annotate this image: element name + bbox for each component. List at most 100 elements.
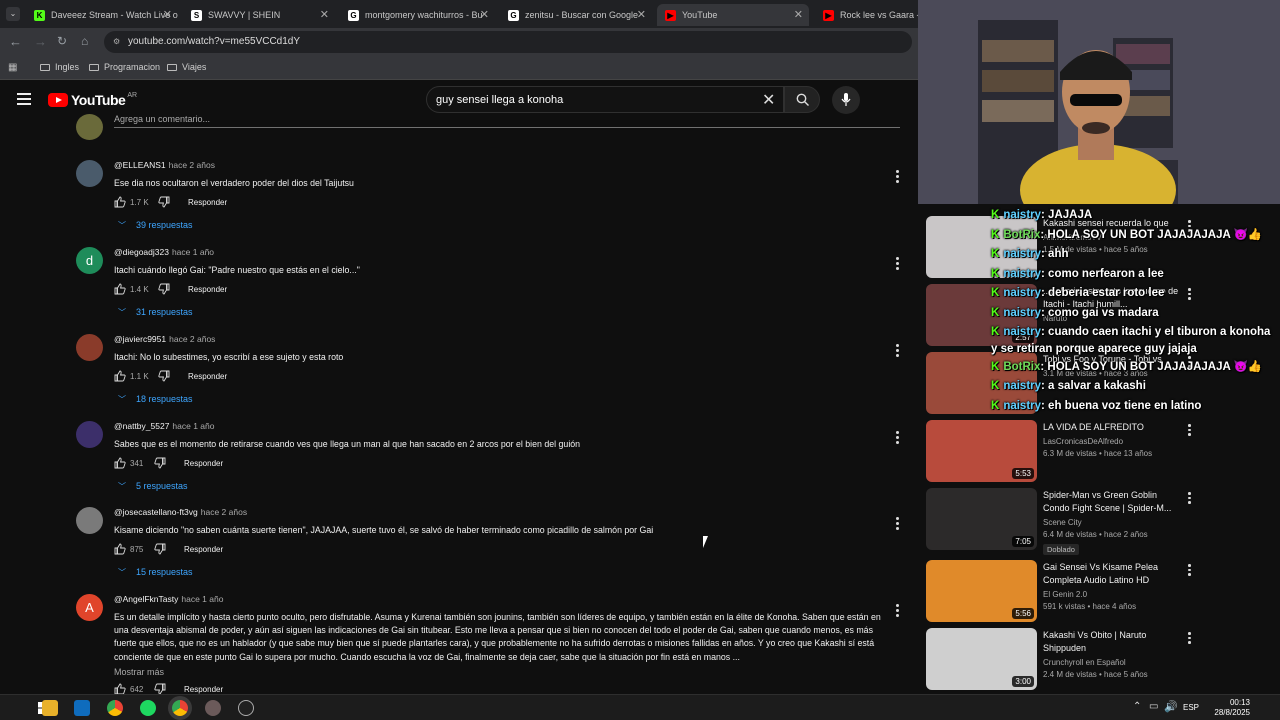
video-title[interactable]: Gai Sensei Vs Kisame Pelea Completa Audi…: [1043, 561, 1183, 587]
view-replies-button[interactable]: ﹀ 15 respuestas: [118, 567, 193, 578]
dislike-icon[interactable]: [158, 196, 170, 210]
tab-2[interactable]: Gmontgomery wachiturros - Bu ✕: [340, 4, 495, 26]
video-thumbnail[interactable]: 5:56: [926, 560, 1037, 622]
forward-icon[interactable]: →: [34, 34, 47, 49]
channel-name[interactable]: Crunchyroll en Español: [1043, 658, 1183, 667]
view-replies-button[interactable]: ﹀ 5 respuestas: [118, 481, 188, 492]
volume-icon[interactable]: 🔊: [1164, 700, 1178, 713]
close-tab-icon[interactable]: ✕: [480, 8, 489, 21]
comment-time[interactable]: hace 1 año: [172, 247, 214, 257]
back-icon[interactable]: ←: [9, 34, 22, 49]
clear-search-icon[interactable]: ✕: [762, 90, 775, 110]
comment-more-icon[interactable]: [894, 517, 900, 532]
video-thumbnail[interactable]: 5:53: [926, 420, 1037, 482]
reply-button[interactable]: Responder: [188, 198, 227, 207]
reload-icon[interactable]: ↻: [57, 34, 67, 48]
comment-more-icon[interactable]: [894, 257, 900, 272]
commenter-avatar[interactable]: d: [76, 247, 103, 274]
comment-time[interactable]: hace 2 años: [169, 334, 215, 344]
reply-button[interactable]: Responder: [184, 545, 223, 554]
channel-name[interactable]: LasCronicasDeAlfredo: [1043, 437, 1183, 446]
comment-time[interactable]: hace 2 años: [169, 160, 215, 170]
clock[interactable]: 00:13 28/8/2025: [1214, 698, 1250, 718]
network-icon[interactable]: ▭: [1149, 701, 1158, 712]
reply-button[interactable]: Responder: [184, 459, 223, 468]
voice-search-button[interactable]: [832, 86, 860, 114]
chrome-icon[interactable]: [107, 700, 123, 716]
comment-more-icon[interactable]: [894, 431, 900, 446]
video-title[interactable]: Spider-Man vs Green Goblin Condo Fight S…: [1043, 489, 1183, 515]
like-icon[interactable]: [114, 196, 126, 210]
file-explorer-icon[interactable]: [42, 700, 58, 716]
commenter-avatar[interactable]: [76, 507, 103, 534]
spotify-icon[interactable]: [140, 700, 156, 716]
reply-button[interactable]: Responder: [188, 372, 227, 381]
video-more-icon[interactable]: [1188, 492, 1191, 506]
commenter-avatar[interactable]: A: [76, 594, 103, 621]
bookmark-programacion[interactable]: Programacion: [89, 62, 160, 72]
language-indicator[interactable]: ESP: [1183, 703, 1199, 712]
like-icon[interactable]: [114, 543, 126, 557]
dislike-icon[interactable]: [158, 370, 170, 384]
recommended-video[interactable]: 3:00 Kakashi Vs Obito | Naruto Shippuden C…: [926, 628, 1206, 692]
video-more-icon[interactable]: [1188, 632, 1191, 646]
url-field[interactable]: ⚙ youtube.com/watch?v=me55VCCd1dY: [104, 31, 912, 53]
comment-time[interactable]: hace 1 año: [181, 594, 223, 604]
comment-time[interactable]: hace 2 años: [201, 507, 247, 517]
like-icon[interactable]: [114, 283, 126, 297]
close-tab-icon[interactable]: ✕: [163, 8, 172, 21]
view-replies-button[interactable]: ﹀ 31 respuestas: [118, 307, 193, 318]
recommended-video[interactable]: 5:56 Gai Sensei Vs Kisame Pelea Completa …: [926, 560, 1206, 624]
view-replies-button[interactable]: ﹀ 18 respuestas: [118, 394, 193, 405]
bookmark-ingles[interactable]: Ingles: [40, 62, 79, 72]
comment-time[interactable]: hace 1 año: [172, 421, 214, 431]
like-icon[interactable]: [114, 370, 126, 384]
reply-button[interactable]: Responder: [188, 285, 227, 294]
tab-0[interactable]: K Daveeez Stream - Watch Live o ✕: [26, 4, 178, 26]
channel-name[interactable]: El Genin 2.0: [1043, 590, 1183, 599]
video-title[interactable]: LA VIDA DE ALFREDITO: [1043, 421, 1183, 434]
bookmark-viajes[interactable]: Viajes: [167, 62, 206, 72]
recommended-video[interactable]: 7:05 Spider-Man vs Green Goblin Condo Fig…: [926, 488, 1206, 555]
tab-4[interactable]: ▶ YouTube ✕: [657, 4, 809, 26]
tab-3[interactable]: Gzenitsu - Buscar con Google ✕: [500, 4, 652, 26]
commenter-avatar[interactable]: [76, 160, 103, 187]
video-more-icon[interactable]: [1188, 564, 1191, 578]
recommended-video[interactable]: 5:53 LA VIDA DE ALFREDITO LasCronicasDeAlf…: [926, 420, 1206, 484]
comment-more-icon[interactable]: [894, 344, 900, 359]
close-tab-icon[interactable]: ✕: [794, 8, 803, 21]
channel-name[interactable]: Scene City: [1043, 518, 1183, 527]
outlook-icon[interactable]: [74, 700, 90, 716]
close-tab-icon[interactable]: ✕: [637, 8, 646, 21]
settings-app-icon[interactable]: [238, 700, 254, 716]
comment-author[interactable]: @AngelFknTasty: [114, 594, 178, 604]
like-icon[interactable]: [114, 457, 126, 471]
tab-list-icon[interactable]: ⌄: [6, 7, 20, 21]
show-more-link[interactable]: Mostrar más: [114, 667, 884, 677]
comment-more-icon[interactable]: [894, 604, 900, 619]
youtube-logo[interactable]: YouTube AR: [48, 92, 137, 108]
close-tab-icon[interactable]: ✕: [320, 8, 329, 21]
reply-button[interactable]: Responder: [184, 685, 223, 694]
search-input[interactable]: guy sensei llega a konoha: [426, 86, 784, 113]
home-icon[interactable]: ⌂: [81, 34, 88, 48]
menu-icon[interactable]: [17, 93, 31, 108]
view-replies-button[interactable]: ﹀ 39 respuestas: [118, 220, 193, 231]
comment-author[interactable]: @josecastellano-ft3vg: [114, 507, 198, 517]
tray-chevron-icon[interactable]: ⌃: [1133, 701, 1141, 712]
video-title[interactable]: Kakashi Vs Obito | Naruto Shippuden: [1043, 629, 1183, 655]
comment-author[interactable]: @nattby_5527: [114, 421, 169, 431]
commenter-avatar[interactable]: [76, 421, 103, 448]
dislike-icon[interactable]: [154, 457, 166, 471]
tab-1[interactable]: S SWAVVY | SHEIN ✕: [183, 4, 335, 26]
add-comment-input[interactable]: Agrega un comentario...: [114, 114, 900, 128]
dislike-icon[interactable]: [158, 283, 170, 297]
video-thumbnail[interactable]: 7:05: [926, 488, 1037, 550]
tab-5[interactable]: ▶Rock lee vs Gaara - Lin: [815, 4, 918, 26]
video-more-icon[interactable]: [1188, 424, 1191, 438]
comment-author[interactable]: @diegoadj323: [114, 247, 169, 257]
chrome-active-icon[interactable]: [172, 700, 188, 716]
search-button[interactable]: [784, 86, 820, 113]
site-info-icon[interactable]: ⚙: [113, 37, 120, 46]
comment-author[interactable]: @javierc9951: [114, 334, 166, 344]
